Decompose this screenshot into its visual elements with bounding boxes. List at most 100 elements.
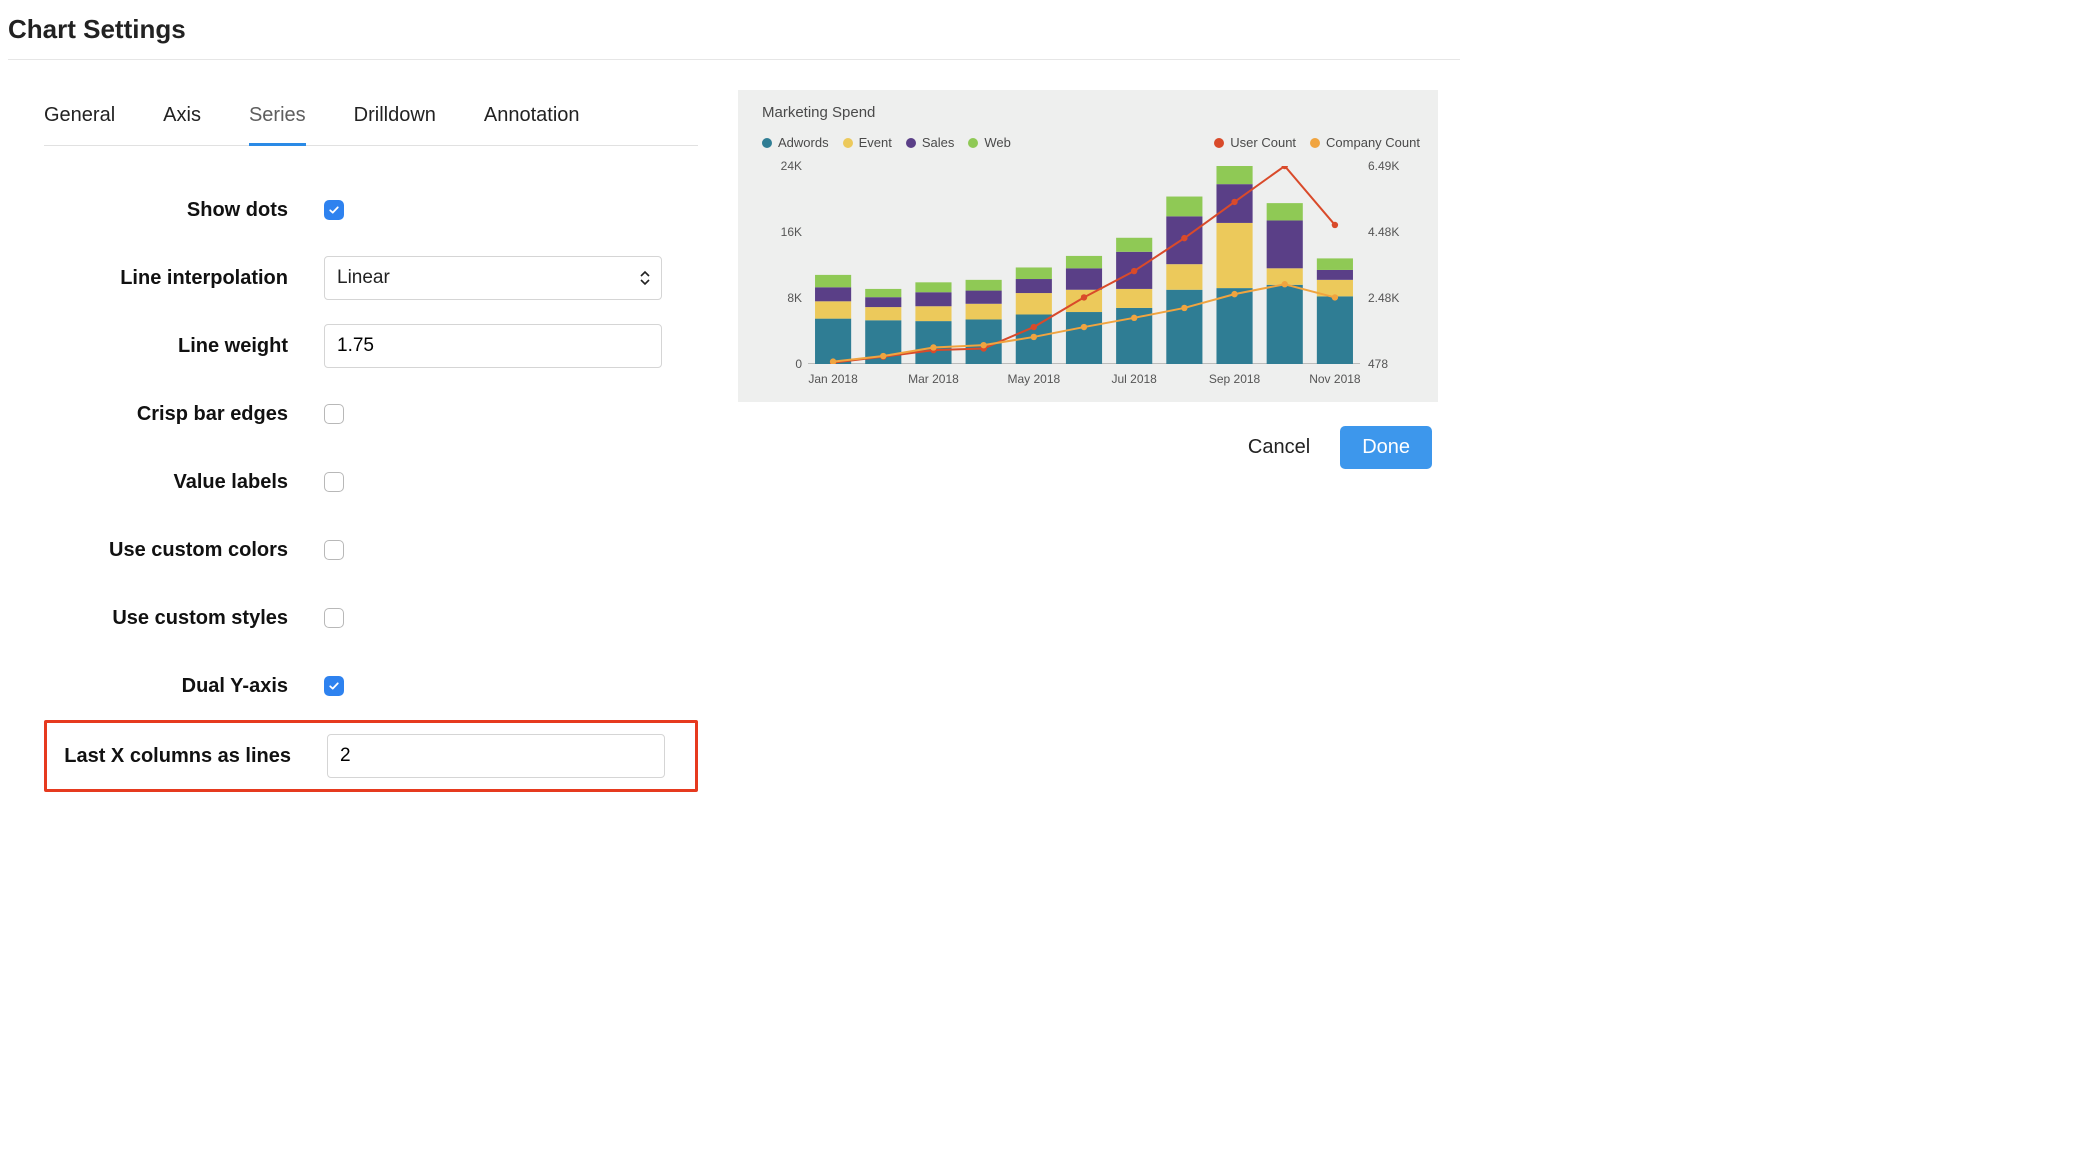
tab-series[interactable]: Series [249, 90, 306, 145]
legend-dot-icon [843, 138, 853, 148]
bar-segment [915, 306, 951, 321]
bar-segment [966, 280, 1002, 291]
legend-dot-icon [968, 138, 978, 148]
bar-segment [1016, 293, 1052, 314]
legend-label: User Count [1230, 135, 1296, 150]
last-x-columns-input[interactable] [327, 734, 665, 778]
y-right-tick: 478 [1368, 357, 1388, 371]
legend-label: Company Count [1326, 135, 1420, 150]
dual-y-axis-checkbox[interactable] [324, 676, 344, 696]
bar-segment [915, 321, 951, 364]
y-right-tick: 4.48K [1368, 225, 1399, 239]
x-tick: Nov 2018 [1309, 372, 1360, 386]
label-custom-styles: Use custom styles [44, 607, 324, 630]
bar-segment [1317, 270, 1353, 280]
bar-segment [815, 287, 851, 301]
legend-label: Event [859, 135, 892, 150]
bar-segment [1317, 258, 1353, 270]
legend-label: Sales [922, 135, 955, 150]
tab-axis[interactable]: Axis [163, 90, 201, 145]
series-form: Show dots Line interpolation Linear [44, 146, 698, 792]
bar-segment [865, 307, 901, 320]
settings-panel: General Axis Series Drilldown Annotation Sho… [8, 90, 698, 792]
bar-segment [1267, 285, 1303, 364]
bar-segment [1066, 268, 1102, 289]
label-show-dots: Show dots [44, 199, 324, 222]
custom-colors-checkbox[interactable] [324, 540, 344, 560]
y-left-tick: 0 [795, 357, 802, 371]
y-right-tick: 2.48K [1368, 291, 1399, 305]
bar-segment [966, 319, 1002, 364]
label-dual-y-axis: Dual Y-axis [44, 675, 324, 698]
line-dot [880, 353, 886, 359]
bar-segment [1066, 256, 1102, 268]
bar-segment [1066, 290, 1102, 312]
bar-segment [815, 275, 851, 287]
label-value-labels: Value labels [44, 471, 324, 494]
crisp-bar-edges-checkbox[interactable] [324, 404, 344, 424]
bar-segment [1166, 264, 1202, 290]
line-dot [1031, 334, 1037, 340]
label-line-interpolation: Line interpolation [44, 267, 324, 290]
bar-segment [1216, 288, 1252, 364]
chart-plot [808, 166, 1360, 364]
line-dot [1332, 294, 1338, 300]
line-weight-input[interactable] [324, 324, 662, 368]
bar-segment [815, 319, 851, 364]
label-custom-colors: Use custom colors [44, 539, 324, 562]
line-dot [1231, 291, 1237, 297]
value-labels-checkbox[interactable] [324, 472, 344, 492]
chart-title: Marketing Spend [762, 104, 1420, 121]
line-dot [1282, 281, 1288, 287]
line-dot [1031, 324, 1037, 330]
page-title: Chart Settings [8, 8, 1460, 59]
bar-segment [1216, 223, 1252, 288]
legend-item: Web [968, 135, 1011, 150]
bar-segment [1016, 279, 1052, 293]
bar-segment [865, 289, 901, 297]
x-tick: Jan 2018 [808, 372, 857, 386]
line-interpolation-select[interactable]: Linear [324, 256, 662, 300]
line-dot [1181, 235, 1187, 241]
legend-item: Sales [906, 135, 955, 150]
line-interpolation-value: Linear [337, 267, 390, 289]
y-left-tick: 24K [781, 159, 802, 173]
line-dot [1131, 268, 1137, 274]
bar-segment [1066, 312, 1102, 364]
line-dot [1081, 324, 1087, 330]
tab-drilldown[interactable]: Drilldown [354, 90, 436, 145]
chart-legend: AdwordsEventSalesWeb User CountCompany C… [762, 135, 1420, 150]
bar-segment [815, 301, 851, 318]
bar-segment [1267, 220, 1303, 268]
x-tick: May 2018 [1007, 372, 1060, 386]
show-dots-checkbox[interactable] [324, 200, 344, 220]
tab-annotation[interactable]: Annotation [484, 90, 580, 145]
bar-segment [1166, 290, 1202, 364]
line-dot [1081, 294, 1087, 300]
bar-segment [1116, 238, 1152, 252]
legend-dot-icon [906, 138, 916, 148]
line-dot [1181, 305, 1187, 311]
divider [8, 59, 1460, 60]
done-button[interactable]: Done [1340, 426, 1432, 469]
x-tick: Mar 2018 [908, 372, 959, 386]
line-dot [930, 344, 936, 350]
x-tick: Sep 2018 [1209, 372, 1260, 386]
tab-general[interactable]: General [44, 90, 115, 145]
chart-preview: Marketing Spend AdwordsEventSalesWeb Use… [738, 90, 1438, 402]
cancel-button[interactable]: Cancel [1248, 436, 1310, 459]
custom-styles-checkbox[interactable] [324, 608, 344, 628]
bar-segment [915, 282, 951, 292]
bar-segment [1216, 166, 1252, 184]
legend-dot-icon [1214, 138, 1224, 148]
bar-segment [1267, 203, 1303, 220]
chevron-updown-icon [639, 269, 651, 287]
y-left-tick: 8K [787, 291, 802, 305]
y-left-tick: 16K [781, 225, 802, 239]
label-crisp-bar-edges: Crisp bar edges [44, 403, 324, 426]
legend-dot-icon [1310, 138, 1320, 148]
bar-segment [865, 297, 901, 307]
legend-dot-icon [762, 138, 772, 148]
label-last-x-columns: Last X columns as lines [47, 745, 327, 768]
last-x-columns-row: Last X columns as lines [44, 720, 698, 792]
